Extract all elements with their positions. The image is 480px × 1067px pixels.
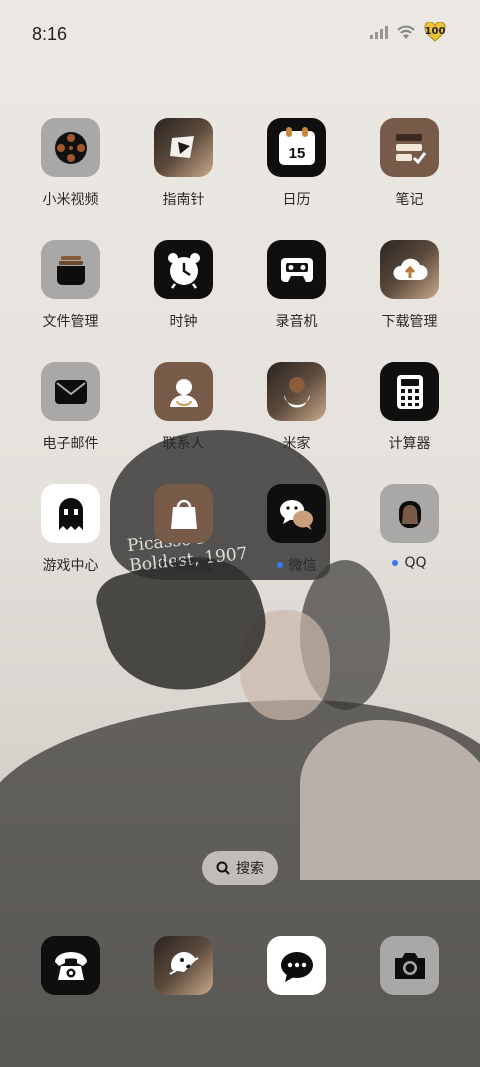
app-label-wechat: 微信 — [276, 555, 317, 575]
app-row-2: 文件管理 时钟 录音机 下载管理 — [14, 240, 466, 340]
app-label-qq: QQ — [392, 555, 427, 571]
app-label-text: 微信 — [288, 558, 317, 574]
app-calculator[interactable]: 计算器 — [353, 362, 466, 453]
wallpaper-shoulder — [300, 720, 480, 880]
film-reel-icon — [41, 118, 100, 177]
calculator-icon — [380, 362, 439, 421]
calendar-icon: 15 — [267, 118, 326, 177]
app-label: 电子邮件 — [42, 436, 99, 452]
app-email[interactable]: 电子邮件 — [14, 362, 127, 453]
calendar-day: 15 — [288, 145, 305, 162]
dock-phone[interactable] — [14, 936, 127, 995]
search-icon — [216, 861, 230, 875]
new-badge-dot — [392, 560, 399, 566]
app-label: 计算器 — [388, 436, 431, 452]
app-notes[interactable]: 笔记 — [353, 118, 466, 209]
app-label: 米家 — [282, 436, 311, 452]
browser-photo-icon — [154, 936, 213, 995]
app-label: 时钟 — [169, 314, 198, 330]
app-label: 日历 — [282, 192, 311, 208]
search-label: 搜索 — [236, 861, 264, 877]
dock-browser[interactable] — [127, 936, 240, 995]
ghost-icon — [41, 484, 100, 543]
app-label: 录音机 — [275, 314, 318, 330]
dock-messages[interactable] — [240, 936, 353, 995]
app-label-text: QQ — [404, 555, 427, 571]
app-xiaomi-mall[interactable]: 小米商城 — [127, 484, 240, 575]
status-time: 8:16 — [32, 24, 68, 44]
app-label: 笔记 — [395, 192, 424, 208]
cassette-icon — [267, 240, 326, 299]
app-xiaomi-video[interactable]: 小米视频 — [14, 118, 127, 209]
new-badge-dot — [276, 562, 283, 568]
notes-icon — [380, 118, 439, 177]
folder-icon — [41, 240, 100, 299]
qq-penguin-icon — [380, 484, 439, 543]
alarm-clock-icon — [154, 240, 213, 299]
app-label: 联系人 — [162, 436, 205, 452]
app-label: 游戏中心 — [42, 558, 99, 574]
shopping-bag-icon — [154, 484, 213, 543]
app-label: 文件管理 — [42, 314, 99, 330]
status-icons: 100 — [370, 22, 446, 42]
contact-person-icon — [154, 362, 213, 421]
app-wechat[interactable]: 微信 — [240, 484, 353, 575]
app-clock[interactable]: 时钟 — [127, 240, 240, 331]
status-bar: 8:16 100 — [0, 0, 480, 64]
dock-camera[interactable] — [353, 936, 466, 995]
dock — [14, 936, 466, 996]
app-row-3: 电子邮件 联系人 米家 计算器 — [14, 362, 466, 462]
mail-icon — [41, 362, 100, 421]
app-compass[interactable]: 指南针 — [127, 118, 240, 209]
mijia-icon — [267, 362, 326, 421]
battery-level: 100 — [424, 26, 446, 37]
app-label: 小米商城 — [155, 558, 212, 574]
app-label: 指南针 — [162, 192, 205, 208]
search-button[interactable]: 搜索 — [202, 851, 278, 885]
app-contacts[interactable]: 联系人 — [127, 362, 240, 453]
messages-icon — [267, 936, 326, 995]
app-qq[interactable]: QQ — [353, 484, 466, 571]
wechat-icon — [267, 484, 326, 543]
app-label: 下载管理 — [381, 314, 438, 330]
app-row-1: 小米视频 指南针 15 日历 笔记 — [14, 118, 466, 218]
app-download-manager[interactable]: 下载管理 — [353, 240, 466, 331]
app-calendar[interactable]: 15 日历 — [240, 118, 353, 209]
compass-icon — [154, 118, 213, 177]
app-file-manager[interactable]: 文件管理 — [14, 240, 127, 331]
app-game-center[interactable]: 游戏中心 — [14, 484, 127, 575]
cloud-download-icon — [380, 240, 439, 299]
telephone-icon — [41, 936, 100, 995]
app-row-4: 游戏中心 小米商城 微信 QQ — [14, 484, 466, 584]
app-recorder[interactable]: 录音机 — [240, 240, 353, 331]
signal-icon — [370, 25, 388, 39]
app-label: 小米视频 — [42, 192, 99, 208]
battery-icon: 100 — [424, 22, 446, 42]
camera-icon — [380, 936, 439, 995]
app-mijia[interactable]: 米家 — [240, 362, 353, 453]
wifi-icon — [397, 25, 415, 39]
